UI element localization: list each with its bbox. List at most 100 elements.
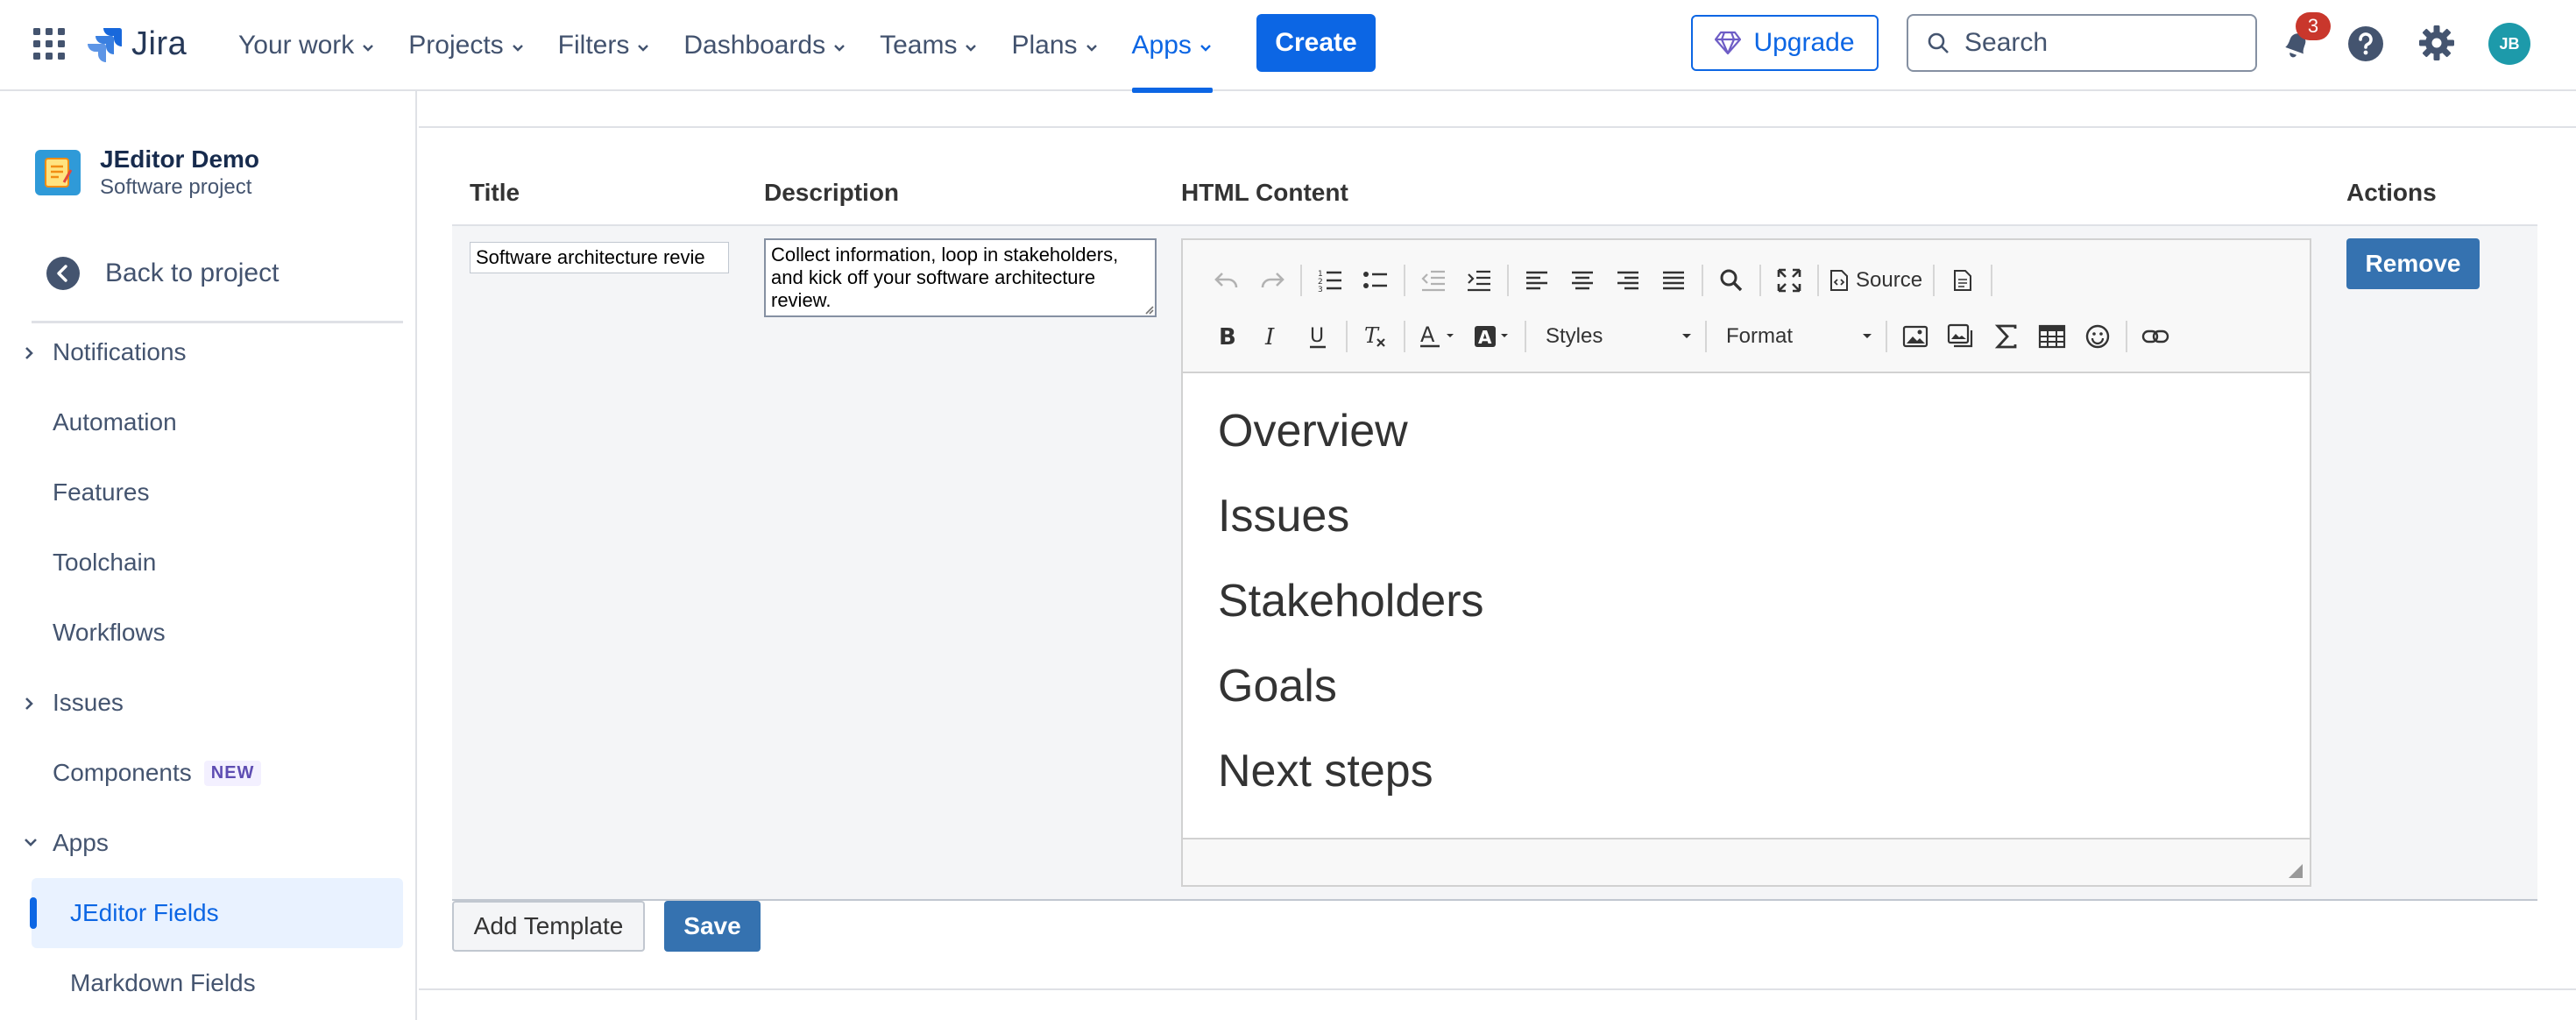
templates-icon[interactable] bbox=[1940, 259, 1985, 301]
remove-format-icon[interactable]: T bbox=[1353, 315, 1398, 358]
bold-icon[interactable]: B bbox=[1204, 315, 1249, 358]
link-icon[interactable] bbox=[2133, 315, 2178, 358]
sidebar: JEditor Demo Software project Back to pr… bbox=[0, 91, 417, 1020]
outdent-icon[interactable] bbox=[1411, 259, 1456, 301]
sidebar-item-apps[interactable]: Apps bbox=[25, 829, 109, 857]
resize-grip-icon[interactable] bbox=[1143, 303, 1155, 315]
back-label: Back to project bbox=[105, 259, 280, 287]
source-button[interactable]: Source bbox=[1824, 259, 1928, 301]
add-template-button[interactable]: Add Template bbox=[452, 901, 645, 952]
project-name: JEditor Demo bbox=[100, 145, 260, 173]
upgrade-label: Upgrade bbox=[1753, 28, 1855, 57]
project-type: Software project bbox=[100, 175, 252, 199]
undo-icon[interactable] bbox=[1204, 259, 1249, 301]
nav-apps[interactable]: Apps bbox=[1131, 0, 1214, 93]
editor-content-area[interactable]: Overview Issues Stakeholders Goals Next … bbox=[1183, 372, 2310, 839]
nav-label: Apps bbox=[1131, 31, 1192, 60]
create-button[interactable]: Create bbox=[1256, 14, 1376, 72]
toolbar-separator bbox=[1404, 265, 1405, 296]
editor-toolbar-row-2: B I U T A A Styles Format bbox=[1204, 308, 2178, 365]
underline-icon[interactable]: U bbox=[1295, 315, 1341, 358]
jira-logo[interactable]: Jira bbox=[84, 21, 187, 67]
sidebar-item-components[interactable]: Components NEW bbox=[53, 759, 262, 787]
toolbar-separator bbox=[1507, 265, 1509, 296]
find-replace-icon[interactable] bbox=[1709, 259, 1754, 301]
italic-icon[interactable]: I bbox=[1249, 315, 1295, 358]
sidebar-item-markdown-fields[interactable]: Markdown Fields bbox=[70, 969, 256, 997]
sidebar-item-notifications[interactable]: Notifications bbox=[25, 338, 187, 366]
sidebar-item-issues[interactable]: Issues bbox=[25, 689, 124, 717]
svg-text:3: 3 bbox=[1318, 286, 1323, 293]
back-to-project-link[interactable]: Back to project bbox=[46, 256, 279, 291]
project-header[interactable]: JEditor Demo Software project bbox=[35, 145, 259, 200]
caret-down-icon bbox=[1861, 333, 1873, 340]
save-button[interactable]: Save bbox=[664, 901, 761, 952]
primary-nav: Your work Projects Filters Dashboards Te… bbox=[238, 0, 1246, 93]
search-placeholder: Search bbox=[1964, 28, 2049, 57]
description-textarea[interactable]: Collect information, loop in stakeholder… bbox=[764, 238, 1157, 317]
settings-gear-icon[interactable] bbox=[2417, 23, 2457, 63]
sidebar-item-automation[interactable]: Automation bbox=[53, 408, 177, 436]
new-badge: NEW bbox=[203, 760, 262, 786]
description-wrapper: Collect information, loop in stakeholder… bbox=[764, 238, 1157, 317]
user-avatar[interactable]: JB bbox=[2488, 23, 2530, 65]
help-icon[interactable] bbox=[2346, 25, 2385, 63]
content-bottom-divider bbox=[419, 988, 2576, 990]
maximize-icon[interactable] bbox=[1766, 259, 1812, 301]
sidebar-item-features[interactable]: Features bbox=[53, 478, 150, 506]
sidebar-item-label: Toolchain bbox=[53, 549, 157, 576]
sidebar-item-toolchain[interactable]: Toolchain bbox=[53, 549, 156, 577]
search-icon bbox=[1926, 31, 1950, 55]
math-formula-icon[interactable] bbox=[1984, 315, 2029, 358]
indent-icon[interactable] bbox=[1456, 259, 1502, 301]
numbered-list-icon[interactable]: 123 bbox=[1307, 259, 1353, 301]
chevron-down-icon bbox=[1085, 40, 1099, 54]
svg-text:T: T bbox=[1364, 323, 1380, 348]
search-input[interactable]: Search bbox=[1907, 14, 2257, 72]
image-gallery-icon[interactable] bbox=[1938, 315, 1984, 358]
bulleted-list-icon[interactable] bbox=[1353, 259, 1398, 301]
title-input[interactable] bbox=[470, 242, 729, 273]
sidebar-divider bbox=[32, 321, 403, 323]
sidebar-item-workflows[interactable]: Workflows bbox=[53, 619, 166, 647]
nav-label: Projects bbox=[408, 31, 504, 60]
sidebar-item-label: Markdown Fields bbox=[70, 969, 256, 996]
align-left-icon[interactable] bbox=[1514, 259, 1560, 301]
column-header-title: Title bbox=[470, 179, 520, 206]
nav-dashboards[interactable]: Dashboards bbox=[683, 0, 846, 91]
table-icon[interactable] bbox=[2029, 315, 2075, 358]
align-center-icon[interactable] bbox=[1560, 259, 1605, 301]
align-justify-icon[interactable] bbox=[1651, 259, 1696, 301]
table-bottom-divider bbox=[452, 899, 2537, 901]
nav-plans[interactable]: Plans bbox=[1011, 0, 1098, 91]
chevron-down-icon bbox=[511, 40, 525, 54]
image-icon[interactable] bbox=[1893, 315, 1938, 358]
svg-text:I: I bbox=[1264, 324, 1275, 349]
text-color-icon[interactable]: A bbox=[1411, 315, 1465, 358]
sidebar-item-label: JEditor Fields bbox=[70, 899, 219, 926]
nav-teams[interactable]: Teams bbox=[880, 0, 978, 91]
table-header-divider bbox=[452, 224, 2537, 226]
nav-filters[interactable]: Filters bbox=[558, 0, 651, 91]
toolbar-separator bbox=[1404, 321, 1405, 352]
emoji-icon[interactable] bbox=[2075, 315, 2120, 358]
background-color-icon[interactable]: A bbox=[1465, 315, 1519, 358]
editor-resize-grip-icon[interactable] bbox=[2287, 862, 2304, 880]
nav-your-work[interactable]: Your work bbox=[238, 0, 375, 91]
remove-button[interactable]: Remove bbox=[2346, 238, 2480, 289]
sidebar-item-jeditor-fields-label[interactable]: JEditor Fields bbox=[70, 899, 219, 927]
align-right-icon[interactable] bbox=[1605, 259, 1651, 301]
chevron-right-icon bbox=[23, 696, 35, 712]
nav-projects[interactable]: Projects bbox=[408, 0, 524, 91]
toolbar-separator bbox=[1886, 321, 1887, 352]
toolbar-separator bbox=[1705, 321, 1707, 352]
chevron-down-icon bbox=[636, 40, 650, 54]
nav-label: Your work bbox=[238, 31, 355, 60]
upgrade-button[interactable]: Upgrade bbox=[1691, 15, 1879, 71]
styles-dropdown[interactable]: Styles bbox=[1532, 315, 1700, 358]
format-dropdown[interactable]: Format bbox=[1712, 315, 1880, 358]
notification-count-badge: 3 bbox=[2296, 12, 2331, 40]
app-switcher-icon[interactable] bbox=[32, 26, 67, 61]
jira-brand-text: Jira bbox=[131, 25, 188, 62]
redo-icon[interactable] bbox=[1249, 259, 1295, 301]
